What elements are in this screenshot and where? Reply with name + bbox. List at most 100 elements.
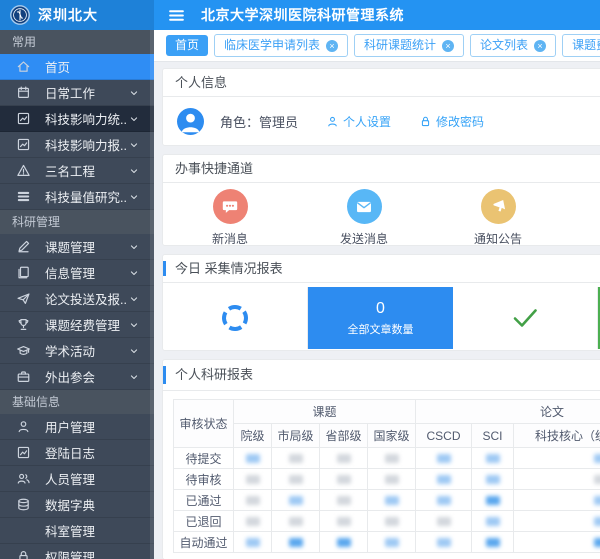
table-cell (416, 511, 472, 532)
change-password-link[interactable]: 修改密码 (419, 113, 484, 130)
table-row: 已退回 (174, 511, 600, 532)
sidebar-item-warning[interactable]: 三名工程 (0, 158, 154, 184)
tab-4[interactable]: 课题费用报表× (562, 34, 600, 57)
lock-icon (419, 115, 432, 128)
close-icon[interactable]: × (442, 40, 454, 52)
graduation-cap-icon (16, 343, 31, 358)
sidebar-item-users[interactable]: 人员管理 (0, 466, 154, 492)
blurred-value (246, 454, 260, 463)
blurred-value (486, 538, 500, 547)
chart-stat-icon (16, 111, 31, 126)
sidebar-item-calendar[interactable]: 日常工作 (0, 80, 154, 106)
sidebar-item-pen[interactable]: 课题管理 (0, 234, 154, 260)
main-area: 首页临床医学申请列表×科研课题统计×论文列表×课题费用报表×用户列表× 个人信息… (154, 30, 600, 559)
blurred-value (594, 517, 600, 526)
tab-home[interactable]: 首页 (166, 35, 208, 56)
table-cell (234, 448, 272, 469)
chevron-down-icon (128, 371, 140, 383)
lock-icon (16, 549, 31, 559)
personal-settings-label: 个人设置 (343, 113, 391, 130)
table-cell (416, 448, 472, 469)
sidebar-item-trophy[interactable]: 课题经费管理 (0, 312, 154, 338)
quick-channel-chat[interactable]: 新消息 (163, 185, 297, 246)
sidebar-item-label: 数据字典 (45, 495, 146, 514)
table-cell (320, 448, 368, 469)
blurred-value (486, 454, 500, 463)
personal-info-panel: 个人信息 角色：管理员 (162, 68, 600, 146)
table-cell (272, 490, 320, 511)
personal-report-title: 个人科研报表 (163, 360, 600, 391)
blurred-value (385, 496, 399, 505)
sidebar-item-label: 用户管理 (45, 417, 146, 436)
table-cell (272, 448, 320, 469)
table-cell (472, 490, 514, 511)
hospital-logo-icon (10, 5, 30, 25)
blurred-value (337, 454, 351, 463)
table-cell (368, 448, 416, 469)
quick-channel-mail[interactable]: 发送消息 (297, 185, 431, 246)
sidebar-item-chart-report[interactable]: 科技影响力报... (0, 132, 154, 158)
sidebar-item-lock[interactable]: 权限管理 (0, 544, 154, 559)
tab-2[interactable]: 科研课题统计× (354, 34, 464, 57)
table-cell (272, 511, 320, 532)
table-cell (320, 469, 368, 490)
sidebar-item-send[interactable]: 论文投送及报... (0, 286, 154, 312)
sidebar-item-user[interactable]: 用户管理 (0, 414, 154, 440)
chevron-down-icon (128, 87, 140, 99)
sidebar-item-label: 日常工作 (45, 83, 128, 102)
chevron-down-icon (128, 165, 140, 177)
stat-box-spinner[interactable] (163, 287, 308, 349)
tab-3[interactable]: 论文列表× (470, 34, 556, 57)
tab-1[interactable]: 临床医学申请列表× (214, 34, 348, 57)
sidebar-item-label: 三名工程 (45, 161, 128, 180)
blurred-value (385, 517, 399, 526)
table-cell (272, 469, 320, 490)
table-column-header: 科技核心（统计源）期刊 (514, 424, 600, 448)
sidebar-item-database[interactable]: 数据字典 (0, 492, 154, 518)
quick-channels-panel: 办事快捷通道 新消息发送消息通知公告 (162, 154, 600, 246)
chevron-down-icon (128, 113, 140, 125)
blurred-value (246, 538, 260, 547)
chevron-down-icon (128, 267, 140, 279)
sidebar-item-list[interactable]: 科技量值研究... (0, 184, 154, 210)
sidebar-item-chart-stat[interactable]: 科技影响力统... (0, 106, 154, 132)
close-icon[interactable]: × (326, 40, 338, 52)
table-cell (234, 469, 272, 490)
table-cell (514, 469, 600, 490)
personal-settings-link[interactable]: 个人设置 (326, 113, 391, 130)
close-icon[interactable]: × (534, 40, 546, 52)
blurred-value (486, 496, 500, 505)
table-cell (368, 511, 416, 532)
sidebar-item-home[interactable]: 首页 (0, 54, 154, 80)
sidebar-item-label: 权限管理 (45, 547, 146, 559)
sidebar-item-briefcase[interactable]: 外出参会 (0, 364, 154, 390)
sidebar-item-label: 学术活动 (45, 341, 128, 360)
change-password-label: 修改密码 (436, 113, 484, 130)
stat-box-check[interactable] (453, 287, 598, 349)
blurred-value (437, 496, 451, 505)
sidebar-item-label: 登陆日志 (45, 443, 146, 462)
sidebar-item-label: 科技量值研究... (45, 187, 128, 206)
sidebar-item-label: 外出参会 (45, 367, 128, 386)
blurred-value (337, 517, 351, 526)
quick-channel-megaphone[interactable]: 通知公告 (431, 185, 565, 246)
stat-box-stat[interactable]: 0全部文章数量 (308, 287, 453, 349)
table-cell (320, 532, 368, 553)
sidebar-item-label: 科技影响力统... (45, 109, 128, 128)
logo-area: 深圳北大 (0, 0, 154, 30)
sidebar-item-chart-line[interactable]: 登陆日志 (0, 440, 154, 466)
blurred-value (337, 538, 351, 547)
table-row: 待提交 (174, 448, 600, 469)
table-column-header: SCI (472, 424, 514, 448)
blurred-value (486, 475, 500, 484)
chart-report-icon (16, 137, 31, 152)
user-role: 角色：管理员 (220, 112, 298, 131)
sidebar-item-label: 人员管理 (45, 469, 146, 488)
table-row: 自动通过 (174, 532, 600, 553)
mail-icon (347, 189, 382, 224)
sidebar-item-none[interactable]: 科室管理 (0, 518, 154, 544)
menu-toggle-icon[interactable] (168, 7, 185, 24)
blurred-value (594, 475, 600, 484)
sidebar-item-documents[interactable]: 信息管理 (0, 260, 154, 286)
sidebar-item-graduation-cap[interactable]: 学术活动 (0, 338, 154, 364)
